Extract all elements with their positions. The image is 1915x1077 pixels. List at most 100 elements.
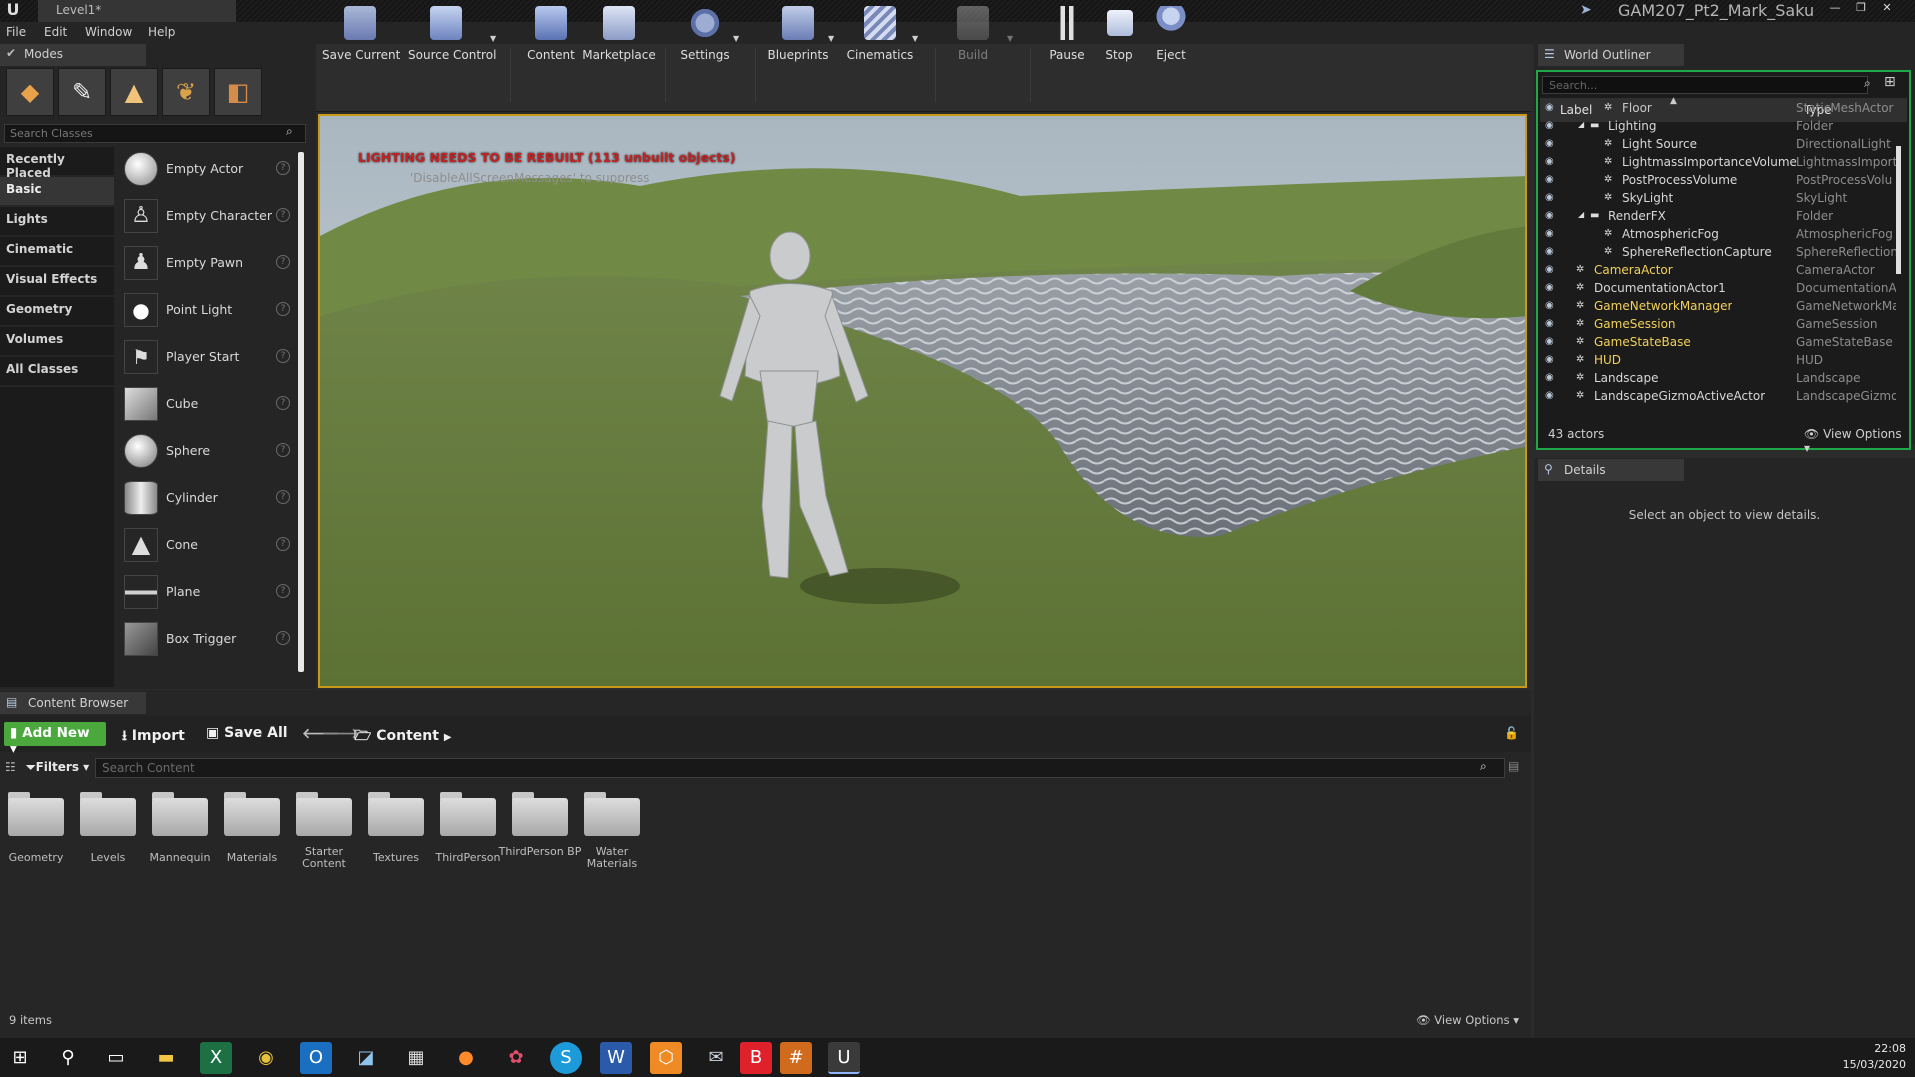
place-item-cone[interactable]: ▲ Cone? — [118, 524, 298, 568]
category-lights[interactable]: Lights — [0, 207, 114, 235]
visibility-eye-icon[interactable]: ◉ — [1545, 318, 1559, 329]
excel-icon[interactable]: X — [200, 1042, 232, 1074]
outliner-row[interactable]: ◉ ✲ PostProcessVolume PostProcessVolu — [1542, 172, 1898, 190]
app-icon[interactable]: ◪ — [350, 1042, 382, 1074]
help-icon[interactable]: ? — [276, 443, 290, 457]
view-options-button[interactable]: 👁 View Options ▾ — [1804, 427, 1905, 455]
unreal-taskbar-icon[interactable]: U — [828, 1042, 860, 1074]
help-icon[interactable]: ? — [276, 584, 290, 598]
slack-icon[interactable]: # — [780, 1042, 812, 1074]
category-geometry[interactable]: Geometry — [0, 297, 114, 325]
place-item-empty-actor[interactable]: Empty Actor? — [118, 148, 298, 192]
place-item-plane[interactable]: Plane? — [118, 571, 298, 615]
firefox-icon[interactable]: ● — [450, 1042, 482, 1074]
dropdown-arrow-icon[interactable]: ▼ — [912, 34, 918, 43]
outliner-row[interactable]: ◉ ✲ LightmassImportanceVolume LightmassImpo… — [1542, 154, 1898, 172]
place-item-empty-pawn[interactable]: ♟ Empty Pawn? — [118, 242, 298, 286]
help-icon[interactable]: ? — [276, 349, 290, 363]
content-folder[interactable]: Levels — [78, 788, 138, 888]
filters-button[interactable]: ⏷Filters ▾ — [26, 760, 89, 775]
save-all-button[interactable]: ▣ Save All — [206, 725, 288, 741]
visibility-eye-icon[interactable]: ◉ — [1545, 336, 1559, 347]
outliner-row[interactable]: ◉ ✲ Landscape Landscape — [1542, 370, 1898, 388]
skype-icon[interactable]: S — [550, 1042, 582, 1074]
level-viewport[interactable] — [318, 114, 1527, 688]
visibility-eye-icon[interactable]: ◉ — [1545, 210, 1559, 221]
visibility-eye-icon[interactable]: ◉ — [1545, 246, 1559, 257]
modes-tab[interactable]: Modes — [0, 44, 146, 66]
outlook-icon[interactable]: O — [300, 1042, 332, 1074]
add-new-button[interactable]: ▮ Add New ▾ — [4, 722, 106, 757]
visibility-eye-icon[interactable]: ◉ — [1545, 156, 1559, 167]
import-button[interactable]: ⭳ Import — [122, 725, 185, 749]
add-actor-icon[interactable]: ⊞ — [1884, 74, 1896, 90]
outliner-row[interactable]: ◉ ✲ HUD HUD — [1542, 352, 1898, 370]
visibility-eye-icon[interactable]: ◉ — [1545, 354, 1559, 365]
visibility-eye-icon[interactable]: ◉ — [1545, 282, 1559, 293]
details-tab[interactable]: Details — [1538, 459, 1684, 481]
help-icon[interactable]: ? — [276, 208, 290, 222]
word-icon[interactable]: W — [600, 1042, 632, 1074]
dropdown-arrow-icon[interactable]: ▼ — [733, 34, 739, 43]
place-item-box-trigger[interactable]: Box Trigger? — [118, 618, 298, 662]
category-recently-placed[interactable]: Recently Placed — [0, 147, 114, 180]
paint-icon[interactable]: ✿ — [500, 1042, 532, 1074]
visibility-eye-icon[interactable]: ◉ — [1545, 192, 1559, 203]
help-icon[interactable]: ? — [276, 537, 290, 551]
content-folder[interactable]: Starter Content — [294, 788, 354, 888]
help-icon[interactable]: ? — [276, 161, 290, 175]
task-view-icon[interactable]: ▭ — [100, 1042, 132, 1074]
place-item-sphere[interactable]: Sphere? — [118, 430, 298, 474]
dropdown-arrow-icon[interactable]: ▼ — [490, 34, 496, 43]
visibility-eye-icon[interactable]: ◉ — [1545, 300, 1559, 311]
category-all-classes[interactable]: All Classes — [0, 357, 114, 385]
help-icon[interactable]: ? — [276, 255, 290, 269]
place-item-cylinder[interactable]: Cylinder? — [118, 477, 298, 521]
content-folder[interactable]: Water Materials — [582, 788, 642, 888]
visibility-eye-icon[interactable]: ◉ — [1545, 264, 1559, 275]
outliner-scrollbar[interactable] — [1896, 146, 1901, 274]
visibility-eye-icon[interactable]: ◉ — [1545, 102, 1559, 113]
help-icon[interactable]: ? — [276, 631, 290, 645]
file-explorer-icon[interactable]: ▬ — [150, 1042, 182, 1074]
visibility-eye-icon[interactable]: ◉ — [1545, 390, 1559, 401]
save-search-icon[interactable]: ▤ — [1508, 759, 1519, 773]
content-folder[interactable]: Geometry — [6, 788, 66, 888]
outliner-row[interactable]: ◉ ✲ CameraActor CameraActor — [1542, 262, 1898, 280]
outliner-row[interactable]: ◉ ✲ GameSession GameSession — [1542, 316, 1898, 334]
menu-help[interactable]: Help — [148, 25, 175, 39]
sources-toggle-icon[interactable]: ☷ — [5, 760, 16, 774]
paint-mode-icon[interactable]: ✎ — [58, 68, 106, 116]
outliner-row[interactable]: ◉ ✲ AtmosphericFog AtmosphericFog — [1542, 226, 1898, 244]
outliner-row[interactable]: ◉ ✲ DocumentationActor1 DocumentationAc — [1542, 280, 1898, 298]
search-content-input[interactable]: Search Content — [95, 758, 1505, 778]
search-classes-input[interactable]: Search Classes — [4, 124, 306, 143]
calculator-icon[interactable]: ▦ — [400, 1042, 432, 1074]
build-button[interactable]: Build ▼ — [935, 4, 1013, 66]
content-folder[interactable]: ThirdPerson BP — [499, 788, 581, 888]
world-outliner-tab[interactable]: World Outliner — [1538, 44, 1684, 66]
outliner-row[interactable]: ◉ ✲ LandscapeGizmoActiveActor LandscapeGizm… — [1542, 388, 1898, 406]
category-cinematic[interactable]: Cinematic — [0, 237, 114, 265]
system-clock[interactable]: 22:08 15/03/2020 — [1842, 1041, 1906, 1073]
settings-button[interactable]: Settings ▼ — [667, 4, 743, 66]
minimize-icon[interactable]: — — [1824, 0, 1846, 18]
b-app-icon[interactable]: B — [740, 1042, 772, 1074]
menu-file[interactable]: File — [6, 25, 26, 39]
outliner-row[interactable]: ◉ ◢ ▬ RenderFX Folder — [1542, 208, 1898, 226]
help-icon[interactable]: ? — [276, 396, 290, 410]
geometry-mode-icon[interactable]: ◧ — [214, 68, 262, 116]
marketplace-button[interactable]: Marketplace — [581, 4, 657, 66]
lock-icon[interactable]: 🔓 — [1504, 726, 1519, 740]
help-icon[interactable]: ? — [276, 490, 290, 504]
chevron-right-icon[interactable]: ▶ — [444, 732, 452, 743]
menu-window[interactable]: Window — [85, 25, 132, 39]
pdf-app-icon[interactable]: ⬡ — [650, 1042, 682, 1074]
close-icon[interactable]: ✕ — [1876, 0, 1898, 18]
outliner-row[interactable]: ◉ ✲ GameStateBase GameStateBase — [1542, 334, 1898, 352]
content-button[interactable]: Content — [513, 4, 589, 66]
maximize-icon[interactable]: ❐ — [1850, 0, 1872, 18]
outliner-search-input[interactable]: Search... — [1542, 76, 1868, 94]
help-icon[interactable]: ? — [276, 302, 290, 316]
search-icon[interactable]: ⚲ — [52, 1042, 84, 1074]
